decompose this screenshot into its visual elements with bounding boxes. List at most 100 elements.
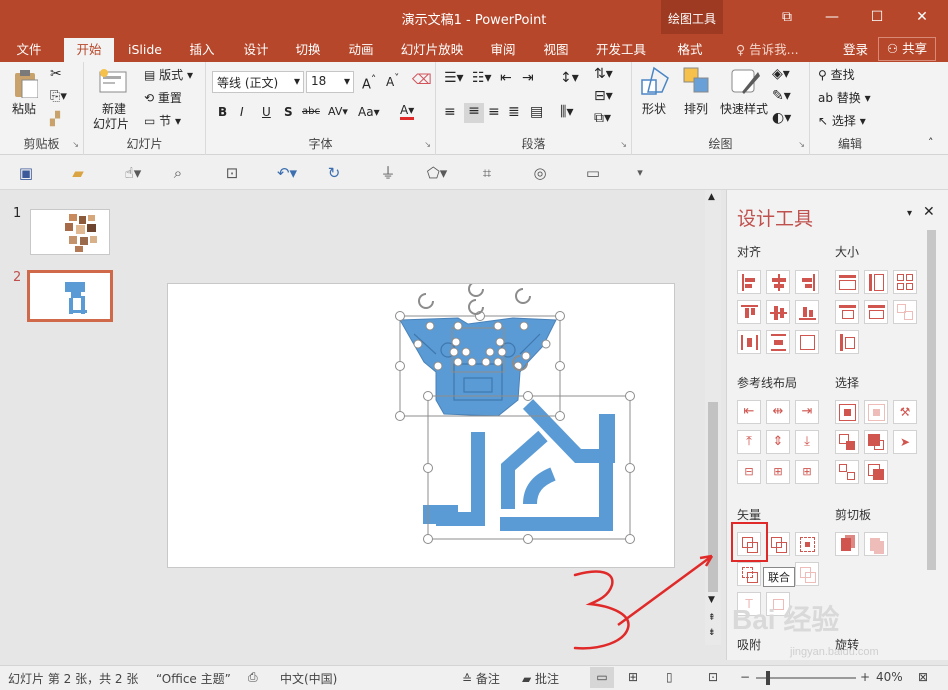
reset-button[interactable]: ⟲ 重置 — [144, 89, 182, 106]
slide-canvas[interactable] — [167, 283, 675, 568]
align-middle-tool-icon[interactable] — [766, 300, 790, 324]
select-same-icon[interactable] — [835, 400, 859, 424]
maximize-icon[interactable]: ☐ — [867, 8, 887, 26]
clipboard-launcher-icon[interactable]: ↘ — [72, 140, 79, 149]
pane-close-icon[interactable]: ✕ — [923, 204, 935, 220]
textbox-icon[interactable]: ▭ — [583, 163, 603, 183]
align-text-icon[interactable]: ⊟▾ — [594, 88, 613, 104]
replace-button[interactable]: ab 替换 ▾ — [818, 89, 871, 106]
swap-size-tool-icon[interactable] — [893, 300, 917, 324]
slide-thumbnail-2[interactable] — [27, 270, 113, 322]
new-slide-icon[interactable] — [98, 68, 128, 99]
align-left-icon[interactable]: ≡ — [444, 104, 456, 120]
guide-center-v-icon[interactable]: ⇕ — [766, 430, 790, 454]
presenter-icon[interactable]: ⊡ — [222, 163, 242, 183]
paste-label[interactable]: 粘贴 — [12, 100, 36, 117]
shapes-label[interactable]: 形状 — [642, 100, 666, 117]
guide-margin-v-icon[interactable]: ⊞ — [766, 460, 790, 484]
shape-fill-icon[interactable]: ◈▾ — [772, 66, 790, 82]
new-slide-label2[interactable]: 幻灯片 — [93, 115, 129, 132]
align-center-icon[interactable]: ≡ — [464, 103, 484, 123]
find-button[interactable]: ⚲ 查找 — [818, 66, 855, 83]
align-bottom-tool-icon[interactable] — [795, 300, 819, 324]
bullets-icon[interactable]: ☰▾ — [444, 70, 464, 86]
login-link[interactable]: 登录 — [843, 38, 868, 62]
scroll-down-icon[interactable]: ▼ — [708, 595, 715, 605]
same-width-tool-icon[interactable] — [835, 270, 859, 294]
collapse-ribbon-icon[interactable]: ˄ — [928, 136, 934, 149]
text-direction-icon[interactable]: ⇅▾ — [594, 66, 613, 82]
quick-styles-label[interactable]: 快速样式 — [720, 100, 768, 117]
format-painter-icon[interactable]: ▞ — [50, 112, 60, 127]
crop-icon[interactable]: ⌗ — [477, 163, 497, 183]
distribute-vertical-tool-icon[interactable] — [766, 330, 790, 354]
section-button[interactable]: ▭ 节 ▾ — [144, 112, 181, 129]
combine-shapes-icon[interactable] — [766, 532, 790, 556]
pane-options-icon[interactable]: ▾ — [907, 208, 912, 219]
reading-view-icon[interactable]: ▯ — [666, 670, 673, 684]
zoom-in-icon[interactable]: + — [860, 670, 870, 684]
select-similar-icon[interactable] — [864, 400, 888, 424]
decrease-indent-icon[interactable]: ⇤ — [500, 70, 512, 86]
align-right-tool-icon[interactable] — [795, 270, 819, 294]
subtract-shapes-icon[interactable] — [795, 562, 819, 586]
fragment-shapes-icon[interactable] — [795, 532, 819, 556]
tab-developer[interactable]: 开发工具 — [590, 38, 652, 62]
paste-clipboard-icon[interactable] — [864, 532, 888, 556]
line-spacing-icon[interactable]: ↕▾ — [560, 70, 579, 86]
share-button[interactable]: ⚇ 共享 — [878, 37, 936, 61]
guide-center-h-icon[interactable]: ⇹ — [766, 400, 790, 424]
guide-bottom-icon[interactable]: ⤓ — [795, 430, 819, 454]
columns-icon[interactable]: ⫼▾ — [560, 104, 573, 120]
stretch-width-tool-icon[interactable] — [835, 300, 859, 324]
scroll-up-icon[interactable]: ▲ — [708, 192, 715, 202]
align-right-icon[interactable]: ≡ — [488, 104, 500, 120]
tell-me-box[interactable]: ♀ 告诉我... — [736, 38, 799, 62]
select-pointer-icon[interactable]: ➤ — [893, 430, 917, 454]
guide-grid-icon[interactable]: ⊞ — [795, 460, 819, 484]
restore-icon[interactable]: ⧉ — [777, 8, 797, 26]
arrange-icon[interactable] — [682, 66, 712, 99]
shapes-icon[interactable] — [640, 66, 670, 99]
normal-view-icon[interactable]: ▭ — [590, 667, 614, 688]
print-preview-icon[interactable]: ⌕ — [168, 163, 188, 183]
fit-slide-tool-icon[interactable] — [795, 330, 819, 354]
comments-button[interactable]: ▰ 批注 — [522, 670, 559, 687]
height-match-tool-icon[interactable] — [835, 330, 859, 354]
pane-scrollbar[interactable] — [927, 230, 936, 570]
align-object-icon[interactable]: ⏚ — [378, 163, 398, 183]
align-left-tool-icon[interactable] — [737, 270, 761, 294]
increase-indent-icon[interactable]: ⇥ — [522, 70, 534, 86]
select-above-icon[interactable] — [835, 430, 859, 454]
zoom-slider[interactable] — [756, 671, 856, 685]
tab-transitions[interactable]: 切换 — [288, 38, 328, 62]
zoom-level[interactable]: 40% — [876, 670, 903, 684]
font-family-select[interactable]: 等线 (正文) ▾ — [212, 71, 304, 93]
tab-islide[interactable]: iSlide — [122, 38, 168, 62]
next-slide-icon[interactable]: ⇟ — [708, 628, 716, 638]
copy-icon[interactable]: ⎘▾ — [50, 89, 67, 104]
select-below-icon[interactable] — [864, 430, 888, 454]
tab-review[interactable]: 审阅 — [483, 38, 523, 62]
scroll-thumb[interactable] — [708, 402, 718, 592]
tab-slideshow[interactable]: 幻灯片放映 — [396, 38, 468, 62]
guide-top-icon[interactable]: ⤒ — [737, 430, 761, 454]
font-color-button[interactable]: A▾ — [400, 103, 415, 120]
quick-styles-icon[interactable] — [730, 66, 762, 101]
copy-clipboard-icon[interactable] — [835, 532, 859, 556]
distribute-horizontal-tool-icon[interactable] — [737, 330, 761, 354]
shape-outline-icon[interactable]: ✎▾ — [772, 88, 791, 104]
zoom-out-icon[interactable]: − — [740, 670, 750, 684]
language[interactable]: 中文(中国) — [280, 670, 337, 687]
close-icon[interactable]: ✕ — [912, 8, 932, 26]
guide-left-icon[interactable]: ⇤ — [737, 400, 761, 424]
slideshow-icon[interactable]: ⊡ — [708, 670, 718, 684]
arrange-label[interactable]: 排列 — [684, 100, 708, 117]
tab-animations[interactable]: 动画 — [341, 38, 381, 62]
tab-design[interactable]: 设计 — [236, 38, 276, 62]
drawing-launcher-icon[interactable]: ↘ — [798, 140, 805, 149]
guide-right-icon[interactable]: ⇥ — [795, 400, 819, 424]
align-top-tool-icon[interactable] — [737, 300, 761, 324]
save-icon[interactable]: ▣ — [16, 163, 36, 183]
select-group-icon[interactable] — [835, 460, 859, 484]
